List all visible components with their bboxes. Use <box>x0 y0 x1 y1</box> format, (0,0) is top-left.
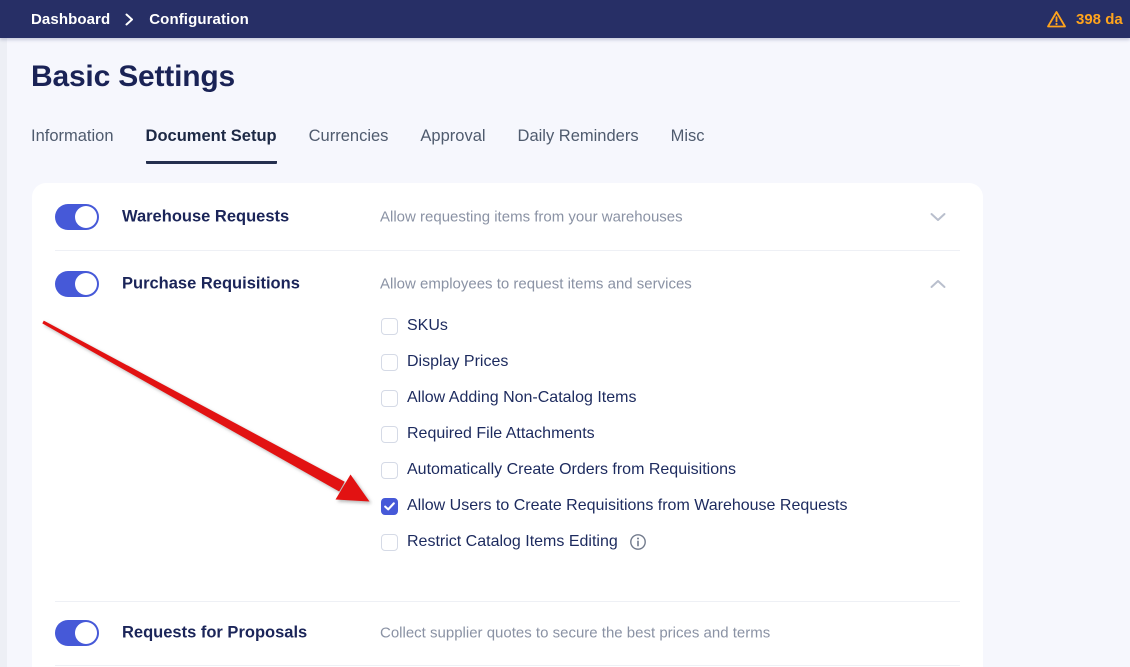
option-label: Required File Attachments <box>407 425 595 443</box>
checkbox-unchecked[interactable] <box>381 462 398 479</box>
breadcrumb-chevron-icon <box>125 13 134 26</box>
left-edge-strip <box>0 38 7 667</box>
settings-card: Warehouse Requests Allow requesting item… <box>32 183 983 667</box>
license-warning[interactable]: 398 da <box>1046 0 1123 38</box>
requests-for-proposals-toggle[interactable] <box>55 620 99 646</box>
tab-daily-reminders[interactable]: Daily Reminders <box>518 127 639 164</box>
tab-currencies[interactable]: Currencies <box>309 127 389 164</box>
divider <box>55 665 960 666</box>
topbar: Dashboard Configuration 398 da <box>0 0 1130 38</box>
warehouse-requests-toggle[interactable] <box>55 204 99 230</box>
toggle-knob <box>75 622 97 644</box>
section-title: Warehouse Requests <box>122 207 289 226</box>
option-requisitions-from-warehouse-requests[interactable]: Allow Users to Create Requisitions from … <box>381 494 847 518</box>
option-skus[interactable]: SKUs <box>381 314 448 338</box>
option-display-prices[interactable]: Display Prices <box>381 350 508 374</box>
breadcrumb: Dashboard Configuration <box>31 0 249 38</box>
section-requests-for-proposals: Requests for Proposals Collect supplier … <box>32 601 983 665</box>
page-title: Basic Settings <box>31 60 235 94</box>
tab-misc[interactable]: Misc <box>671 127 705 164</box>
tab-document-setup[interactable]: Document Setup <box>146 127 277 164</box>
option-label: Allow Adding Non-Catalog Items <box>407 389 636 407</box>
option-allow-non-catalog-items[interactable]: Allow Adding Non-Catalog Items <box>381 386 636 410</box>
option-required-file-attachments[interactable]: Required File Attachments <box>381 422 595 446</box>
breadcrumb-dashboard[interactable]: Dashboard <box>31 11 110 28</box>
tab-approval[interactable]: Approval <box>420 127 485 164</box>
checkbox-unchecked[interactable] <box>381 318 398 335</box>
section-description: Allow employees to request items and ser… <box>380 276 692 293</box>
option-label: Automatically Create Orders from Requisi… <box>407 461 736 479</box>
option-restrict-catalog-editing[interactable]: Restrict Catalog Items Editing <box>381 530 647 554</box>
info-icon[interactable] <box>629 533 647 551</box>
warning-icon <box>1046 10 1067 29</box>
checkbox-unchecked[interactable] <box>381 426 398 443</box>
section-warehouse-requests: Warehouse Requests Allow requesting item… <box>32 183 983 250</box>
chevron-up-icon[interactable] <box>930 280 946 289</box>
purchase-requisitions-toggle[interactable] <box>55 271 99 297</box>
option-label: Display Prices <box>407 353 508 371</box>
breadcrumb-configuration[interactable]: Configuration <box>149 11 249 28</box>
warning-text: 398 da <box>1076 11 1123 28</box>
section-description: Allow requesting items from your warehou… <box>380 208 683 225</box>
option-auto-create-orders[interactable]: Automatically Create Orders from Requisi… <box>381 458 736 482</box>
section-purchase-requisitions: Purchase Requisitions Allow employees to… <box>32 250 983 318</box>
tab-bar: Information Document Setup Currencies Ap… <box>31 127 705 164</box>
checkbox-unchecked[interactable] <box>381 354 398 371</box>
chevron-down-icon[interactable] <box>930 212 946 221</box>
option-label: SKUs <box>407 317 448 335</box>
checkbox-unchecked[interactable] <box>381 534 398 551</box>
section-title: Requests for Proposals <box>122 624 307 643</box>
option-label: Restrict Catalog Items Editing <box>407 533 618 551</box>
tab-information[interactable]: Information <box>31 127 114 164</box>
checkbox-unchecked[interactable] <box>381 390 398 407</box>
section-description: Collect supplier quotes to secure the be… <box>380 625 770 642</box>
option-label: Allow Users to Create Requisitions from … <box>407 497 847 515</box>
checkbox-checked[interactable] <box>381 498 398 515</box>
screen: Dashboard Configuration 398 da Basic Set… <box>0 0 1130 667</box>
toggle-knob <box>75 206 97 228</box>
toggle-knob <box>75 273 97 295</box>
section-title: Purchase Requisitions <box>122 275 300 294</box>
